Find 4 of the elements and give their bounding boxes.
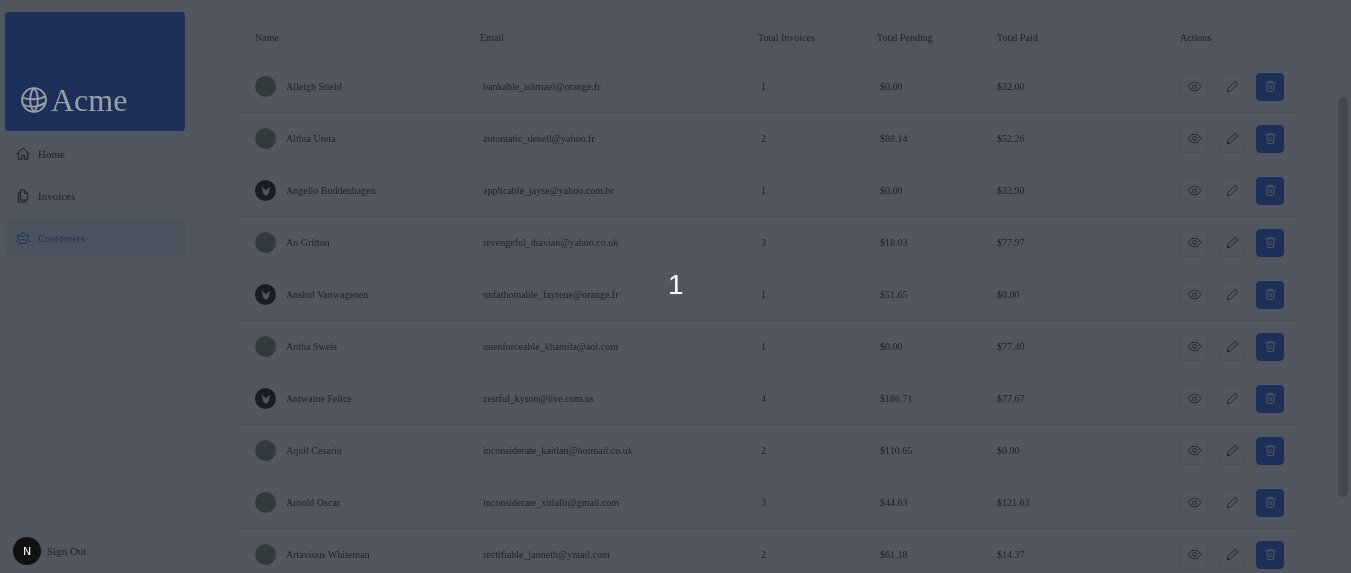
column-header: Actions — [1180, 14, 1298, 61]
overlay-counter: 1 — [668, 268, 684, 302]
globe-icon — [19, 85, 49, 115]
logo-text: Acme — [51, 81, 128, 119]
